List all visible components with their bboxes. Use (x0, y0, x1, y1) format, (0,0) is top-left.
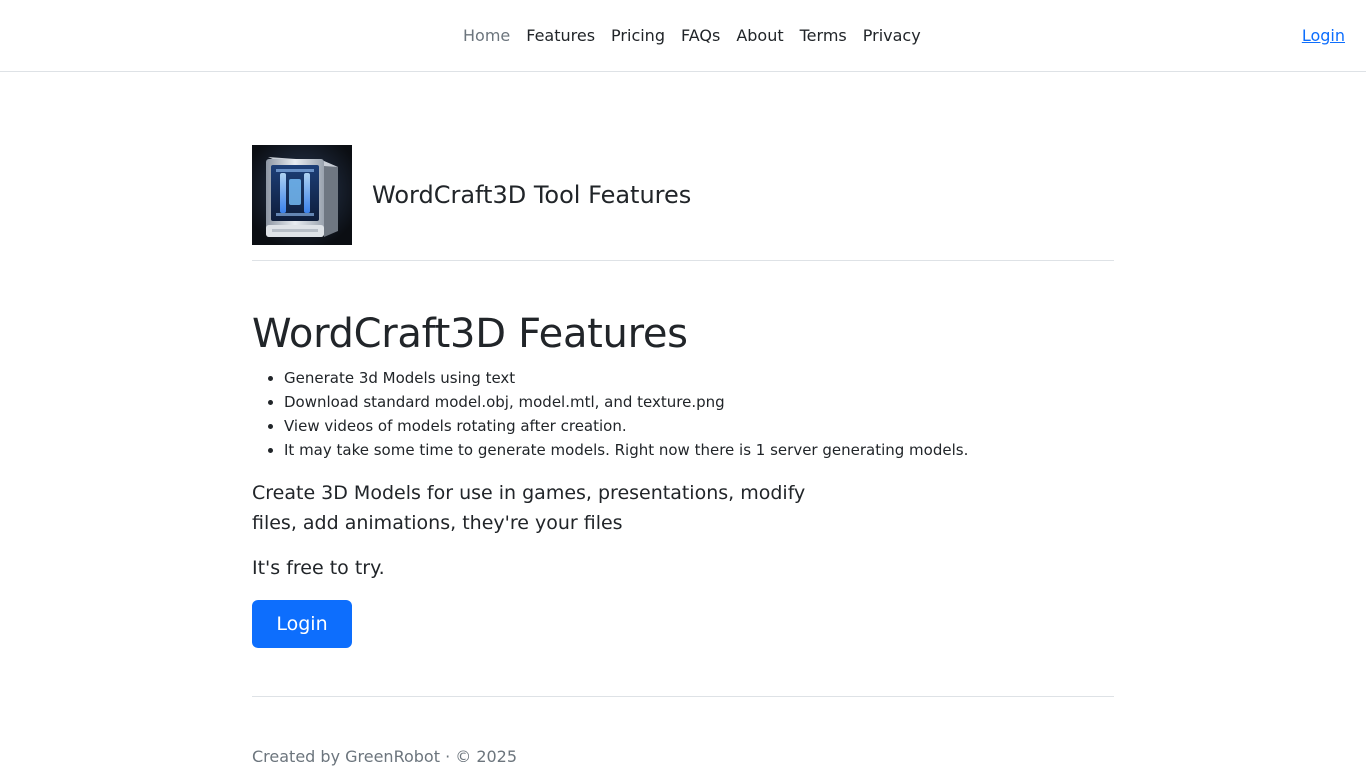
nav-link-features[interactable]: Features (518, 24, 603, 48)
page-title: WordCraft3D Features (252, 311, 688, 357)
nav-link-pricing[interactable]: Pricing (603, 24, 673, 48)
nav-login-link[interactable]: Login (1302, 24, 1345, 48)
nav-link-privacy[interactable]: Privacy (855, 24, 929, 48)
3d-printer-icon (252, 145, 352, 245)
nav-link-terms[interactable]: Terms (792, 24, 855, 48)
login-button[interactable]: Login (252, 600, 352, 648)
list-item: It may take some time to generate models… (284, 438, 968, 462)
page-header: WordCraft3D Tool Features (252, 145, 1114, 261)
lead-text: Create 3D Models for use in games, prese… (252, 482, 806, 534)
list-item: Generate 3d Models using text (284, 366, 968, 390)
free-trial-text: It's free to try. (252, 557, 385, 579)
top-navbar: Home Features Pricing FAQs About Terms P… (0, 0, 1366, 72)
nav-link-home[interactable]: Home (455, 24, 518, 48)
3d-printer-illustration (252, 145, 352, 245)
footer-credit: Created by GreenRobot · © 2025 (252, 747, 518, 766)
feature-list: Generate 3d Models using text Download s… (252, 366, 968, 462)
footer-divider (252, 696, 1114, 697)
nav-link-about[interactable]: About (728, 24, 791, 48)
list-item: Download standard model.obj, model.mtl, … (284, 390, 968, 414)
header-title: WordCraft3D Tool Features (372, 181, 692, 209)
main-nav: Home Features Pricing FAQs About Terms P… (455, 24, 929, 48)
nav-link-faqs[interactable]: FAQs (673, 24, 728, 48)
list-item: View videos of models rotating after cre… (284, 414, 968, 438)
